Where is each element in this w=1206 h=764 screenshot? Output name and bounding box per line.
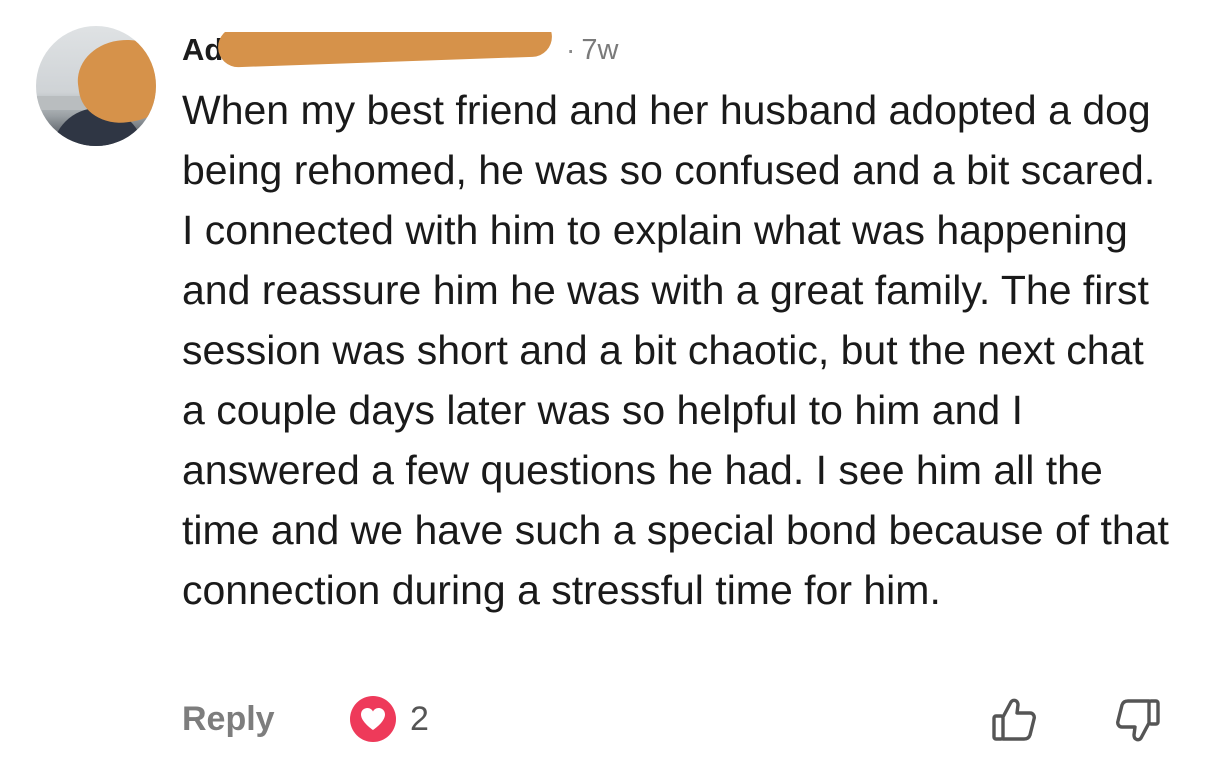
comment-timestamp[interactable]: 7w <box>581 34 618 67</box>
reaction-count: 2 <box>410 699 429 738</box>
reply-button[interactable]: Reply <box>182 700 275 739</box>
reaction-summary[interactable]: 2 <box>350 696 429 742</box>
thumbs-up-icon[interactable] <box>990 696 1038 749</box>
comment-text: When my best friend and her husband adop… <box>182 87 1169 613</box>
author-name-redaction <box>217 32 552 68</box>
author-name-visible: Ad <box>182 32 224 67</box>
heart-icon <box>350 696 396 742</box>
comment-header: Ad · 7w <box>182 30 618 70</box>
comment-actions: Reply 2 <box>182 694 1172 746</box>
avatar[interactable] <box>36 26 156 146</box>
meta-separator: · <box>566 34 576 65</box>
thumbs-down-icon[interactable] <box>1114 696 1162 749</box>
author-name[interactable]: Ad <box>182 32 552 68</box>
comment-card: Ad · 7w When my best friend and her husb… <box>0 0 1206 764</box>
